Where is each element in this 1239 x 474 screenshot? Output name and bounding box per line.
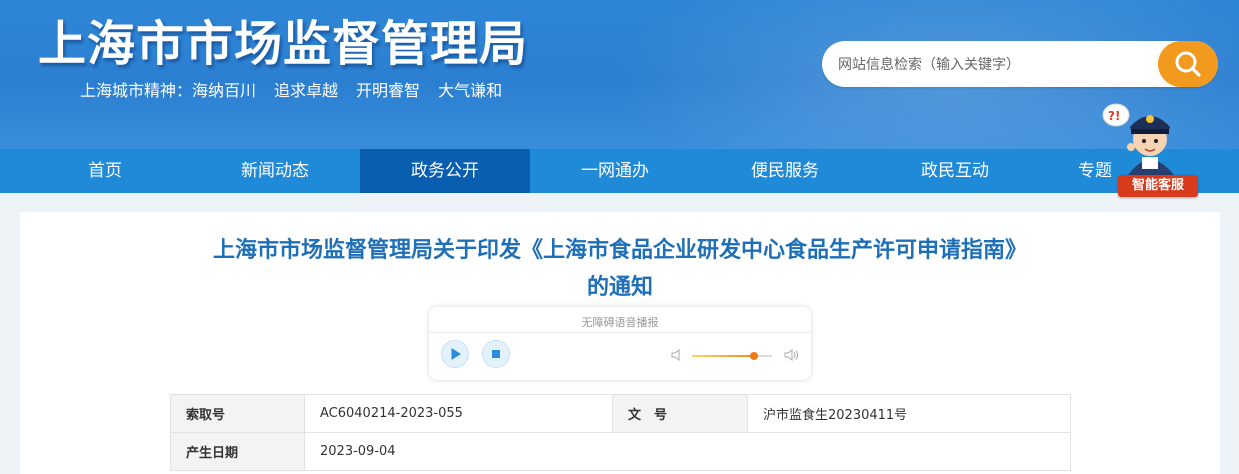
info-value: 2023-09-04 bbox=[304, 432, 1071, 471]
volume-high-icon bbox=[784, 349, 798, 361]
info-value: 沪市监食生20230411号 bbox=[747, 394, 1071, 433]
smart-assistant[interactable]: ?! 智能客服 bbox=[1098, 95, 1202, 199]
volume-low-icon bbox=[671, 349, 680, 361]
info-key: 文 号 bbox=[612, 394, 748, 433]
main-nav: 首页 新闻动态 政务公开 一网通办 便民服务 政民互动 专题 bbox=[0, 149, 1239, 193]
slogan-item: 追求卓越 bbox=[274, 81, 339, 100]
nav-item-home[interactable]: 首页 bbox=[20, 149, 190, 193]
assistant-label: 智能客服 bbox=[1118, 175, 1198, 197]
volume-slider[interactable] bbox=[692, 352, 772, 360]
search-box bbox=[822, 41, 1218, 89]
info-key: 产生日期 bbox=[170, 432, 305, 471]
slogan-item: 海纳百川 bbox=[192, 81, 257, 100]
search-button[interactable] bbox=[1158, 41, 1218, 87]
volume-knob[interactable] bbox=[750, 352, 759, 360]
table-row: 产生日期 2023-09-04 bbox=[170, 432, 1071, 471]
nav-item-interaction[interactable]: 政民互动 bbox=[870, 149, 1040, 193]
slogan-prefix: 上海城市精神： bbox=[80, 81, 193, 100]
site-header: 上海市市场监督管理局 上海城市精神：海纳百川 追求卓越 开明睿智 大气谦和 bbox=[0, 0, 1239, 149]
site-title[interactable]: 上海市市场监督管理局 bbox=[38, 4, 528, 74]
article-title-line: 的通知 bbox=[586, 275, 653, 300]
police-mascot-icon: ?! bbox=[1102, 103, 1174, 175]
volume-fill bbox=[692, 355, 755, 357]
play-button[interactable] bbox=[441, 340, 469, 368]
player-label: 无障碍语音播报 bbox=[581, 316, 659, 329]
stop-icon bbox=[492, 350, 500, 358]
nav-item-news[interactable]: 新闻动态 bbox=[190, 149, 360, 193]
info-value: AC6040214-2023-055 bbox=[304, 394, 613, 433]
info-key: 索取号 bbox=[170, 394, 305, 433]
slogan-item: 开明睿智 bbox=[356, 81, 421, 100]
article-panel: 上海市市场监督管理局关于印发《上海市食品企业研发中心食品生产许可申请指南》 的通… bbox=[20, 212, 1220, 474]
city-slogan: 上海城市精神：海纳百川 追求卓越 开明睿智 大气谦和 bbox=[80, 77, 502, 101]
document-info-table: 索取号 AC6040214-2023-055 文 号 沪市监食生20230411… bbox=[170, 394, 1071, 471]
nav-item-public-service[interactable]: 便民服务 bbox=[700, 149, 870, 193]
nav-item-one-stop-service[interactable]: 一网通办 bbox=[530, 149, 700, 193]
article-title-line: 上海市市场监督管理局关于印发《上海市食品企业研发中心食品生产许可申请指南》 bbox=[212, 238, 1027, 263]
slogan-item: 大气谦和 bbox=[438, 81, 503, 100]
svg-text:?!: ?! bbox=[1108, 109, 1120, 123]
search-input[interactable] bbox=[836, 41, 1160, 89]
player-divider bbox=[429, 332, 811, 333]
nav-item-gov-affairs[interactable]: 政务公开 bbox=[360, 149, 530, 193]
search-icon bbox=[1175, 51, 1201, 77]
play-icon bbox=[451, 348, 461, 360]
article-title: 上海市市场监督管理局关于印发《上海市食品企业研发中心食品生产许可申请指南》 的通… bbox=[80, 232, 1160, 306]
stop-button[interactable] bbox=[482, 340, 510, 368]
voice-player: 无障碍语音播报 bbox=[429, 307, 811, 380]
table-row: 索取号 AC6040214-2023-055 文 号 沪市监食生20230411… bbox=[170, 394, 1071, 433]
